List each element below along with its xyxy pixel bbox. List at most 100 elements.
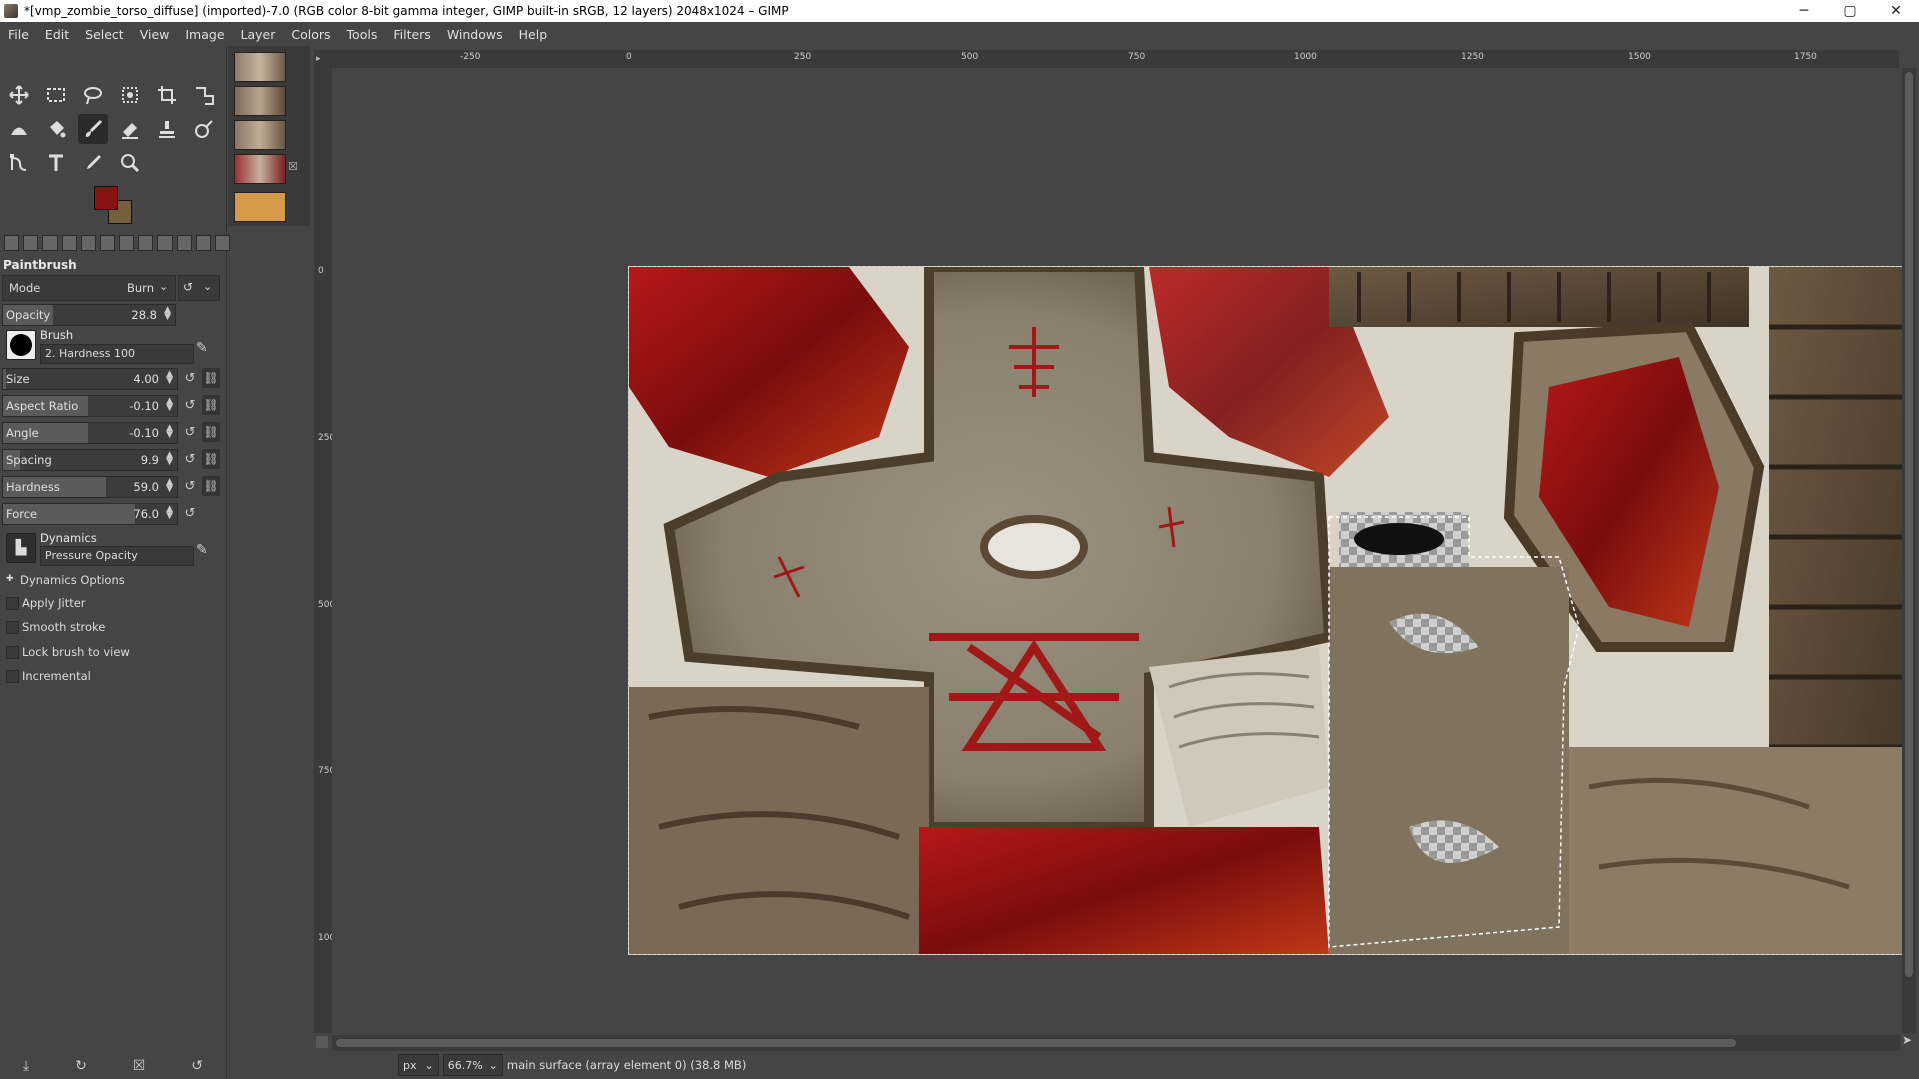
minimize-button[interactable]: ─	[1781, 3, 1827, 19]
menu-filters[interactable]: Filters	[385, 27, 438, 42]
opacity-slider[interactable]: Opacity 28.8 ▲ ▼	[2, 304, 176, 326]
menu-edit[interactable]: Edit	[37, 27, 77, 42]
smudge-tool-icon[interactable]	[189, 114, 219, 144]
images-tab-icon[interactable]	[61, 235, 77, 251]
mode-reset-combo[interactable]: ↺ ⌄	[178, 275, 220, 301]
patterns-tab-icon[interactable]	[80, 235, 96, 251]
fonts-tab-icon[interactable]	[138, 235, 154, 251]
eraser-tool-icon[interactable]	[115, 114, 145, 144]
hardness-slider[interactable]: Hardness 59.0 ▲ ▼	[2, 476, 178, 498]
unified-transform-tool-icon[interactable]	[189, 80, 219, 110]
menu-arrow-icon[interactable]: ▸	[316, 54, 321, 64]
color-picker-tool-icon[interactable]	[78, 148, 108, 178]
image-thumbnail[interactable]	[234, 52, 286, 82]
incremental-checkbox[interactable]	[6, 670, 19, 683]
angle-slider[interactable]: Angle -0.10 ▲ ▼	[2, 422, 178, 444]
spacing-link-icon[interactable]: ⛓	[202, 449, 220, 469]
close-image-icon[interactable]: ☒	[288, 160, 298, 173]
size-reset-icon[interactable]: ↺	[182, 371, 198, 387]
fg-bg-color-swatches[interactable]	[94, 186, 138, 226]
foreground-color-swatch[interactable]	[94, 186, 118, 210]
menu-windows[interactable]: Windows	[439, 27, 511, 42]
image-thumbnail[interactable]	[234, 86, 286, 116]
aspect-ratio-slider[interactable]: Aspect Ratio -0.10 ▲ ▼	[2, 395, 178, 417]
zoom-dropdown[interactable]: 66.7% ⌄	[442, 1054, 503, 1076]
menu-tools[interactable]: Tools	[339, 27, 386, 42]
warp-transform-tool-icon[interactable]	[4, 114, 34, 144]
unit-dropdown[interactable]: px ⌄	[398, 1054, 439, 1076]
menu-view[interactable]: View	[132, 27, 178, 42]
hardness-link-icon[interactable]: ⛓	[202, 476, 220, 496]
bucket-fill-tool-icon[interactable]	[41, 114, 71, 144]
image-thumbnail-active[interactable]	[234, 154, 286, 184]
angle-link-icon[interactable]: ⛓	[202, 422, 220, 442]
chevron-down-icon: ⌄	[203, 280, 213, 293]
lock-brush-checkbox[interactable]	[6, 646, 19, 659]
dynamics-label: Dynamics	[40, 531, 97, 545]
channels-tab-icon[interactable]	[157, 235, 173, 251]
aspect-ratio-reset-icon[interactable]: ↺	[182, 398, 198, 414]
paintbrush-tool-icon[interactable]	[78, 114, 108, 144]
edit-brush-icon[interactable]: ✎	[196, 340, 208, 356]
size-link-icon[interactable]: ⛓	[202, 368, 220, 388]
crop-tool-icon[interactable]	[152, 80, 182, 110]
menu-image[interactable]: Image	[177, 27, 232, 42]
navigate-icon[interactable]: ➤	[1902, 1033, 1912, 1047]
angle-reset-icon[interactable]: ↺	[182, 425, 198, 441]
rect-select-tool-icon[interactable]	[41, 80, 71, 110]
horizontal-scroll-thumb[interactable]	[336, 1039, 1736, 1047]
reset-defaults-icon[interactable]: ↺	[191, 1058, 203, 1078]
horizontal-ruler[interactable]: -250 0 250 500 750 1000 1250 1500 1750	[314, 50, 1899, 69]
free-select-tool-icon[interactable]	[78, 80, 108, 110]
menu-colors[interactable]: Colors	[283, 27, 338, 42]
hardness-reset-icon[interactable]: ↺	[182, 479, 198, 495]
menu-select[interactable]: Select	[77, 27, 132, 42]
restore-preset-icon[interactable]: ↻	[75, 1058, 87, 1078]
horizontal-scrollbar[interactable]	[332, 1035, 1900, 1051]
menu-file[interactable]: File	[0, 27, 37, 42]
paths-tab-icon[interactable]	[195, 235, 211, 251]
zoom-tool-icon[interactable]	[115, 148, 145, 178]
mode-combo[interactable]: Mode Burn ⌄	[2, 275, 176, 301]
dynamics-preview-icon[interactable]: ▙	[6, 533, 36, 563]
smooth-stroke-checkbox[interactable]	[6, 621, 19, 634]
image-canvas[interactable]	[628, 266, 1909, 955]
brush-name-field[interactable]: 2. Hardness 100	[40, 344, 194, 364]
gradients-tab-icon[interactable]	[119, 235, 135, 251]
aspect-ratio-link-icon[interactable]: ⛓	[202, 395, 220, 415]
menu-help[interactable]: Help	[511, 27, 556, 42]
vertical-scrollbar[interactable]	[1902, 68, 1916, 1033]
maximize-button[interactable]: ▢	[1827, 3, 1873, 19]
edit-dynamics-icon[interactable]: ✎	[196, 542, 208, 558]
size-slider[interactable]: Size 4.00 ▲ ▼	[2, 368, 178, 390]
image-thumbnail[interactable]	[234, 192, 286, 222]
configure-tab-icon[interactable]	[214, 235, 231, 251]
save-preset-icon[interactable]: ⤓	[23, 1058, 29, 1078]
palettes-tab-icon[interactable]	[99, 235, 116, 251]
fuzzy-select-tool-icon[interactable]	[115, 80, 145, 110]
delete-preset-icon[interactable]: ☒	[133, 1058, 146, 1078]
layers-tab-icon[interactable]	[176, 235, 192, 251]
dynamics-options-expander[interactable]: Dynamics Options	[20, 573, 125, 587]
quick-mask-toggle-icon[interactable]	[316, 1036, 328, 1048]
force-slider[interactable]: Force 76.0 ▲ ▼	[2, 503, 178, 525]
brush-preview[interactable]	[6, 330, 36, 360]
device-status-tab-icon[interactable]	[23, 235, 39, 251]
undo-history-tab-icon[interactable]	[42, 235, 58, 251]
image-thumbnail[interactable]	[234, 120, 286, 150]
close-button[interactable]: ✕	[1873, 3, 1919, 19]
menu-layer[interactable]: Layer	[233, 27, 284, 42]
paths-tool-icon[interactable]	[4, 148, 34, 178]
vertical-ruler[interactable]: 0 250 500 750 1000	[314, 68, 341, 1033]
dynamics-name-field[interactable]: Pressure Opacity	[40, 546, 194, 566]
tool-options-tab-icon[interactable]	[4, 235, 20, 251]
clone-tool-icon[interactable]	[152, 114, 182, 144]
vertical-scroll-thumb[interactable]	[1905, 72, 1913, 977]
force-reset-icon[interactable]: ↺	[182, 506, 198, 522]
apply-jitter-checkbox[interactable]	[6, 597, 19, 610]
text-tool-icon[interactable]	[41, 148, 71, 178]
spacing-reset-icon[interactable]: ↺	[182, 452, 198, 468]
spacing-slider[interactable]: Spacing 9.9 ▲ ▼	[2, 449, 178, 471]
move-tool-icon[interactable]	[4, 80, 34, 110]
expander-icon[interactable]: ✚	[6, 574, 14, 584]
